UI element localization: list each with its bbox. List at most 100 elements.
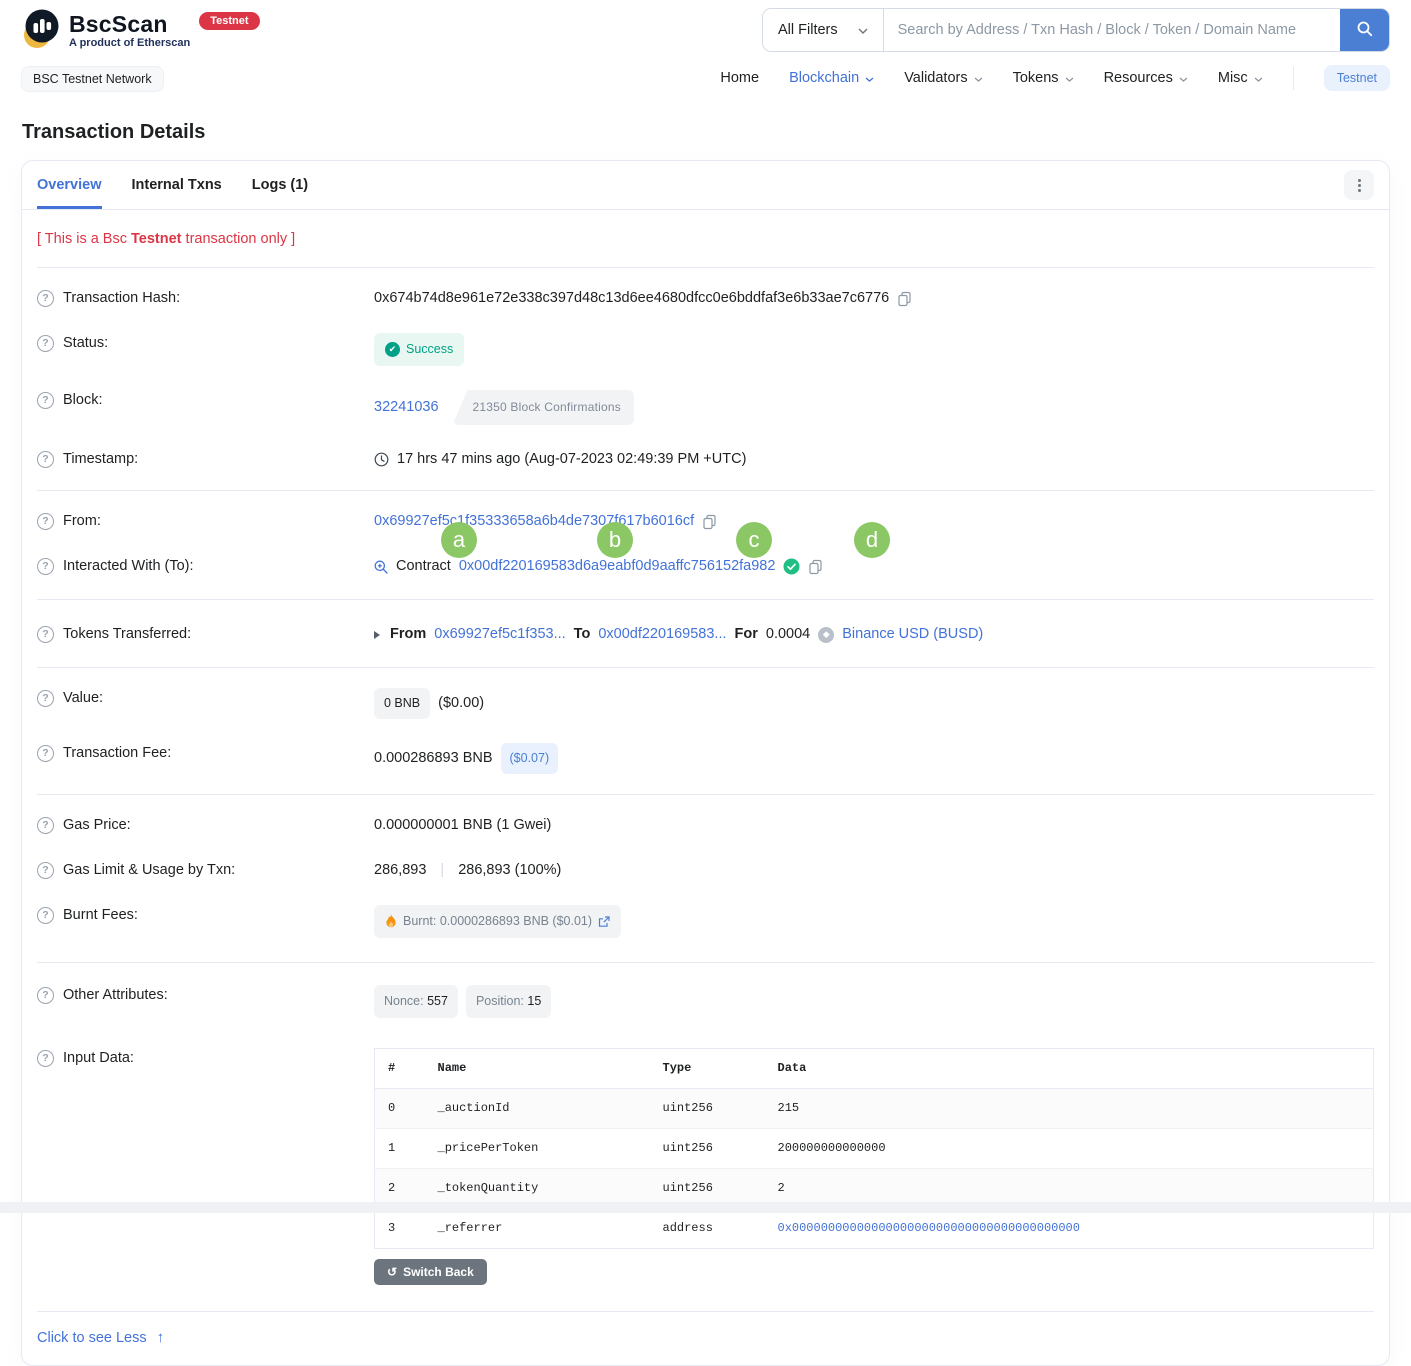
- burnt-fees-badge: Burnt: 0.0000286893 BNB ($0.01): [374, 905, 621, 938]
- transfer-from-address-link[interactable]: 0x69927ef5c1f353...: [434, 624, 565, 645]
- row-timestamp: ? Timestamp: 17 hrs 47 mins ago (Aug-07-…: [37, 437, 1374, 482]
- bscscan-logo[interactable]: BscScan A product of Etherscan: [21, 8, 190, 52]
- arrow-up-icon[interactable]: ↑: [157, 1329, 165, 1346]
- click-to-see-less-link[interactable]: Click to see Less: [37, 1330, 147, 1346]
- gas-limit-value: 286,893: [374, 860, 426, 881]
- switch-back-button[interactable]: ↺ Switch Back: [374, 1259, 487, 1285]
- contract-magnifier-icon: [374, 560, 388, 574]
- help-icon[interactable]: ?: [37, 451, 54, 468]
- clock-icon: [374, 452, 389, 467]
- help-icon[interactable]: ?: [37, 817, 54, 834]
- help-icon[interactable]: ?: [37, 690, 54, 707]
- flame-icon: [385, 914, 397, 929]
- row-value: ? Value: 0 BNB ($0.00): [37, 676, 1374, 731]
- section-divider: [37, 490, 1374, 491]
- copy-icon[interactable]: [897, 291, 912, 307]
- search-filter-label: All Filters: [778, 22, 838, 38]
- chevron-down-icon: [1179, 70, 1188, 86]
- gas-usage-value: 286,893 (100%): [458, 860, 561, 881]
- network-selector-button[interactable]: BSC Testnet Network: [21, 66, 164, 92]
- tab-logs[interactable]: Logs (1): [252, 161, 308, 209]
- bscscan-logo-icon: [21, 8, 61, 52]
- verified-check-icon: [783, 558, 800, 575]
- value-usd: ($0.00): [438, 693, 484, 714]
- help-icon[interactable]: ?: [37, 862, 54, 879]
- interacted-with-label: Interacted With (To):: [63, 556, 194, 577]
- nav-divider: [1293, 66, 1294, 90]
- nav-item-misc[interactable]: Misc: [1218, 70, 1263, 86]
- nav-item-home[interactable]: Home: [720, 70, 759, 86]
- help-icon[interactable]: ?: [37, 558, 54, 575]
- transaction-hash-label: Transaction Hash:: [63, 288, 180, 309]
- tokens-transferred-label: Tokens Transferred:: [63, 624, 191, 645]
- search-button[interactable]: [1340, 9, 1389, 51]
- chevron-down-icon: [974, 70, 983, 86]
- site-header: BscScan A product of Etherscan Testnet B…: [0, 0, 1411, 96]
- value-label: Value:: [63, 688, 103, 709]
- timestamp-label: Timestamp:: [63, 449, 138, 470]
- copy-icon[interactable]: [702, 514, 717, 530]
- burnt-fees-label: Burnt Fees:: [63, 905, 138, 926]
- row-transaction-hash: ? Transaction Hash: 0x674b74d8e961e72e33…: [37, 276, 1374, 321]
- help-icon[interactable]: ?: [37, 290, 54, 307]
- help-icon[interactable]: ?: [37, 1050, 54, 1067]
- help-icon[interactable]: ?: [37, 335, 54, 352]
- busd-token-icon: ◆: [818, 627, 834, 643]
- page-title: Transaction Details: [22, 121, 1390, 144]
- testnet-network-button[interactable]: Testnet: [1324, 65, 1390, 91]
- help-icon[interactable]: ?: [37, 987, 54, 1004]
- nav-item-tokens[interactable]: Tokens: [1013, 70, 1074, 86]
- section-divider: [37, 267, 1374, 268]
- referrer-address-link[interactable]: 0x00000000000000000000000000000000000000…: [765, 1209, 1374, 1249]
- transfer-to-address-link[interactable]: 0x00df220169583...: [598, 624, 726, 645]
- help-icon[interactable]: ?: [37, 907, 54, 924]
- input-data-label: Input Data:: [63, 1048, 134, 1069]
- section-divider: [37, 599, 1374, 600]
- external-link-icon[interactable]: [598, 916, 610, 928]
- nav-item-validators[interactable]: Validators: [904, 70, 982, 86]
- brand-area: BscScan A product of Etherscan Testnet B…: [21, 8, 260, 92]
- nav-item-resources[interactable]: Resources: [1104, 70, 1188, 86]
- testnet-badge: Testnet: [199, 12, 259, 30]
- check-icon: ✔: [385, 342, 400, 357]
- tab-internal-txns[interactable]: Internal Txns: [132, 161, 222, 209]
- annotation-marker-a: a: [441, 522, 477, 558]
- annotation-marker-b: b: [597, 522, 633, 558]
- token-name-link[interactable]: Binance USD (BUSD): [842, 624, 983, 645]
- chevron-down-icon: [858, 22, 868, 38]
- search-input[interactable]: [884, 9, 1340, 51]
- chevron-down-icon: [865, 70, 874, 86]
- undo-icon: ↺: [387, 1265, 397, 1279]
- help-icon[interactable]: ?: [37, 626, 54, 643]
- search-icon: [1357, 21, 1373, 40]
- gas-limit-label: Gas Limit & Usage by Txn:: [63, 860, 235, 881]
- contract-type-label: Contract: [396, 556, 451, 577]
- position-badge: Position: 15: [466, 985, 551, 1018]
- tab-overview[interactable]: Overview: [37, 161, 102, 209]
- contract-address-link[interactable]: 0x00df220169583d6a9eabf0d9aaffc756152fa9…: [459, 556, 776, 577]
- row-burnt-fees: ? Burnt Fees: Burnt: 0.0000286893 BNB ($…: [37, 893, 1374, 950]
- search-filter-select[interactable]: All Filters: [763, 9, 884, 51]
- timestamp-value: 17 hrs 47 mins ago (Aug-07-2023 02:49:39…: [397, 449, 746, 470]
- main-nav: Home Blockchain Validators Tokens Resour…: [720, 65, 1390, 91]
- nonce-badge: Nonce: 557: [374, 985, 458, 1018]
- nav-item-blockchain[interactable]: Blockchain: [789, 70, 874, 86]
- section-divider: [37, 667, 1374, 668]
- more-options-button[interactable]: [1344, 170, 1374, 200]
- from-label: From:: [63, 511, 101, 532]
- expand-caret-icon[interactable]: [374, 631, 380, 639]
- transaction-hash-value: 0x674b74d8e961e72e338c397d48c13d6ee4680d…: [374, 288, 889, 309]
- chevron-down-icon: [1065, 70, 1074, 86]
- from-address-link[interactable]: 0x69927ef5c1f35333658a6b4de7307f617b6016…: [374, 511, 694, 532]
- help-icon[interactable]: ?: [37, 745, 54, 762]
- transfer-amount: 0.0004: [766, 624, 810, 645]
- annotation-marker-d: d: [854, 522, 890, 558]
- row-interacted-with: ? Interacted With (To): Contract 0x00df2…: [37, 544, 1374, 589]
- help-icon[interactable]: ?: [37, 392, 54, 409]
- copy-icon[interactable]: [808, 559, 823, 575]
- transaction-fee-amount: 0.000286893 BNB: [374, 748, 493, 769]
- annotation-marker-c: c: [736, 522, 772, 558]
- block-number-link[interactable]: 32241036: [374, 397, 439, 418]
- help-icon[interactable]: ?: [37, 513, 54, 530]
- gas-price-value: 0.000000001 BNB (1 Gwei): [374, 815, 551, 836]
